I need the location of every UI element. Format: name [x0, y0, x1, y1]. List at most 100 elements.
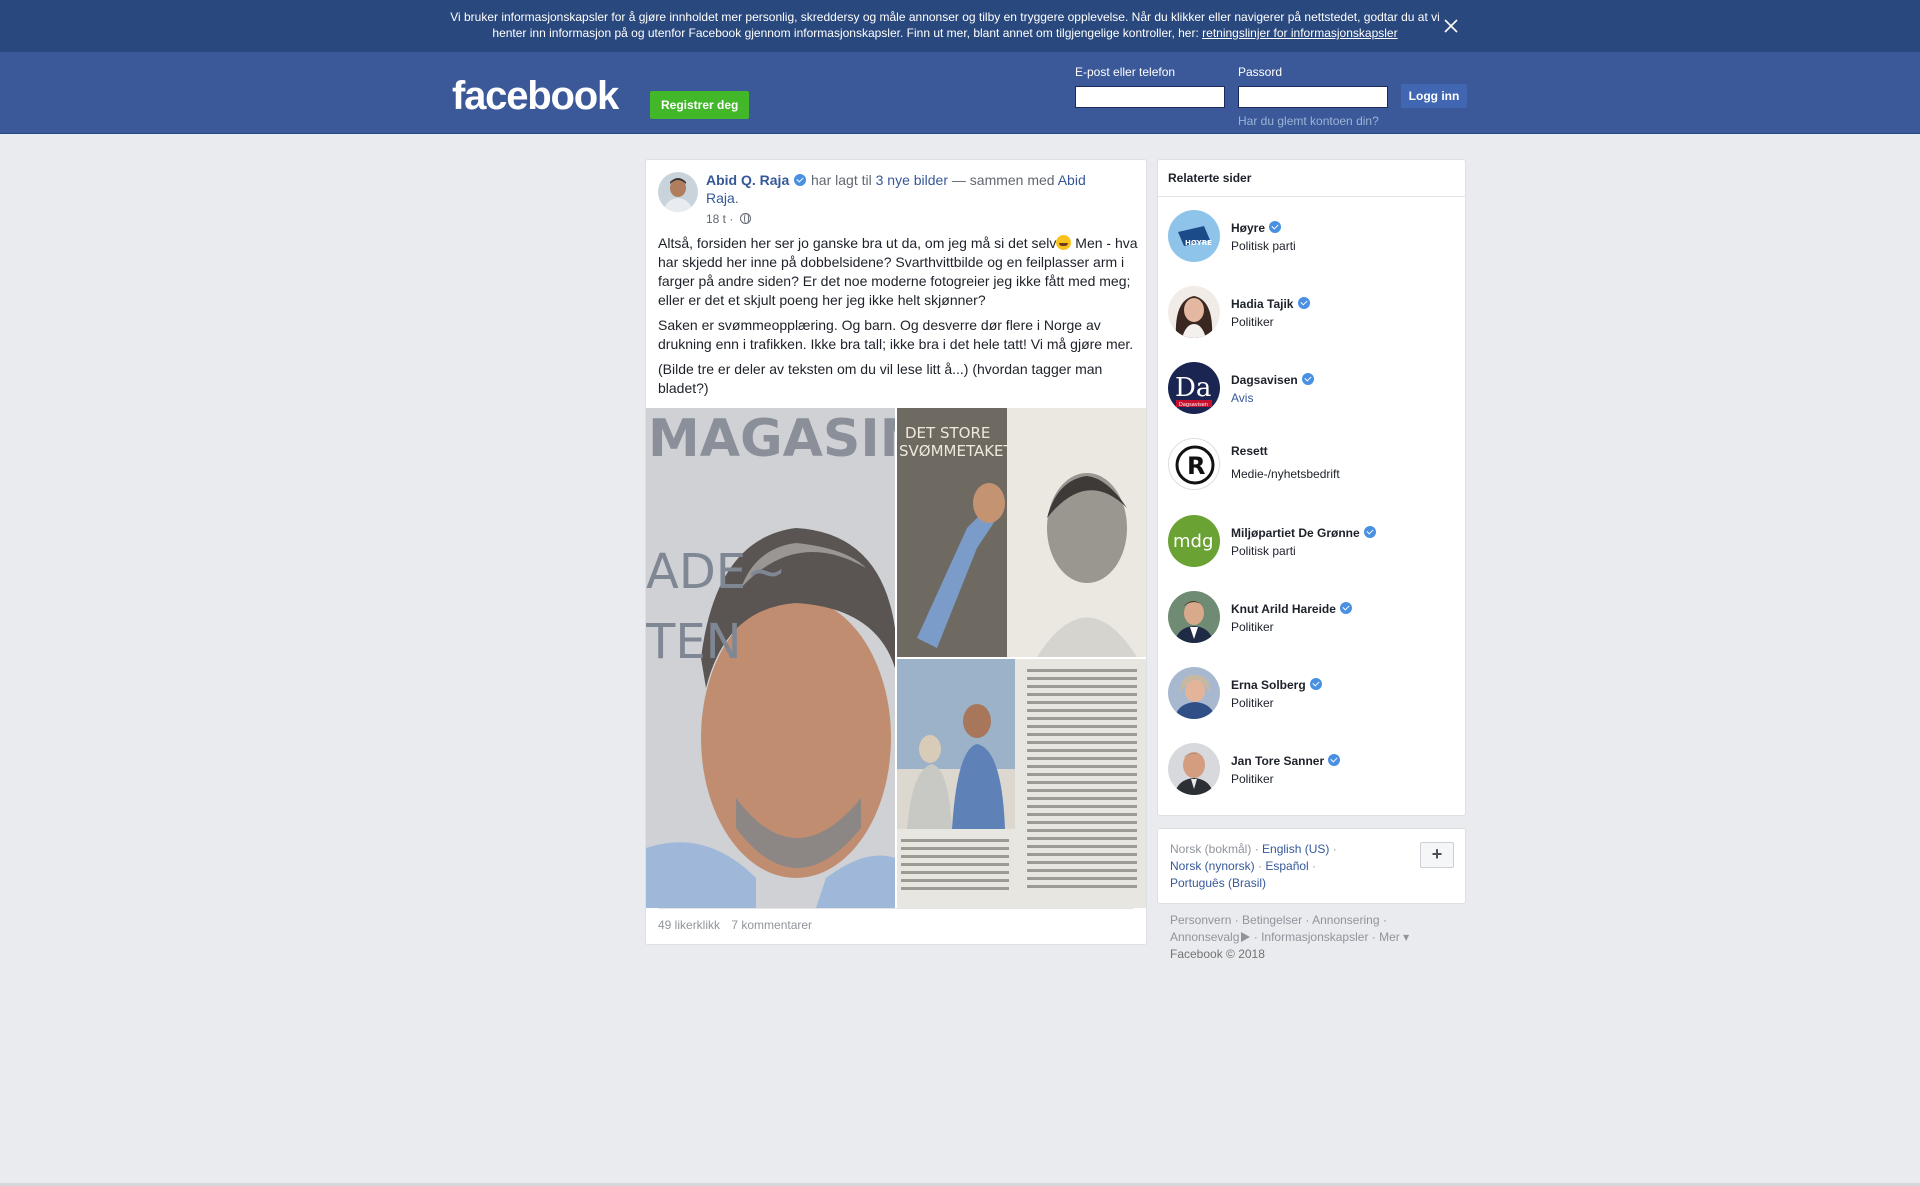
forgot-account-link[interactable]: Har du glemt kontoen din? — [1238, 114, 1379, 128]
password-field[interactable] — [1238, 86, 1388, 108]
verified-badge-icon — [1297, 297, 1310, 309]
verified-badge-icon — [1364, 526, 1377, 538]
email-field[interactable] — [1075, 86, 1225, 108]
terms-link[interactable]: Betingelser — [1242, 913, 1302, 927]
mdg-logo-text: mdg — [1173, 531, 1213, 552]
post-stats: 49 likerklikk 7 kommentarer — [658, 918, 820, 932]
hadia-tajik-avatar[interactable] — [1168, 286, 1220, 338]
cookie-text: Vi bruker informasjonskapsler for å gjør… — [450, 9, 1440, 41]
related-name-text[interactable]: Jan Tore Sanner — [1231, 754, 1324, 768]
related-page-hoyre[interactable]: HØYRE Høyre Politisk parti — [1168, 210, 1458, 264]
related-page-resett[interactable]: R Resett Medie-/nyhetsbedrift — [1168, 438, 1458, 492]
post-meta: 18 t · — [706, 211, 751, 227]
password-label: Passord — [1238, 65, 1283, 79]
language-spanish-link[interactable]: Español — [1265, 859, 1308, 873]
related-name[interactable]: Miljøpartiet De Grønne — [1231, 526, 1377, 540]
more-link[interactable]: Mer ▾ — [1379, 930, 1409, 944]
dagsavisen-logo-text: Da — [1175, 373, 1211, 403]
related-page-hadia-tajik[interactable]: Hadia Tajik Politiker — [1168, 286, 1458, 340]
related-category: Medie-/nyhetsbedrift — [1231, 467, 1340, 481]
register-button[interactable]: Registrer deg — [650, 91, 750, 119]
author-name-link[interactable]: Abid Q. Raja — [706, 172, 789, 188]
related-name-text[interactable]: Høyre — [1231, 221, 1265, 235]
paragraph-2: Saken er svømmeopplæring. Og barn. Og de… — [658, 317, 1134, 352]
related-pages-title: Relaterte sider — [1168, 171, 1252, 185]
photo-1[interactable]: MAGASIN ADE~ TEN — [646, 408, 895, 908]
more-text[interactable]: Mer — [1379, 930, 1400, 944]
language-selector: Norsk (bokmål) · English (US) · Norsk (n… — [1157, 828, 1466, 904]
globe-icon — [739, 213, 751, 224]
related-name[interactable]: Erna Solberg — [1231, 678, 1323, 692]
cookies-link[interactable]: Informasjonskapsler — [1261, 930, 1368, 944]
comments-count[interactable]: 7 kommentarer — [731, 918, 812, 932]
related-page-knut-arild-hareide[interactable]: Knut Arild Hareide Politiker — [1168, 591, 1458, 645]
related-category: Politiker — [1231, 696, 1274, 710]
author-avatar[interactable] — [658, 172, 698, 212]
related-category: Politisk parti — [1231, 544, 1296, 558]
paragraph-3: (Bilde tre er deler av teksten om du vil… — [658, 361, 1103, 396]
facebook-logo[interactable]: facebook — [452, 76, 619, 116]
cookie-policy-link[interactable]: retningslinjer for informasjonskapsler — [1202, 26, 1397, 40]
verified-badge-icon — [1310, 678, 1323, 690]
copyright: Facebook © 2018 — [1170, 947, 1265, 961]
erna-solberg-avatar[interactable] — [1168, 667, 1220, 719]
magazine-side-text: ADE~ — [646, 544, 786, 600]
related-page-jan-tore-sanner[interactable]: Jan Tore Sanner Politiker — [1168, 743, 1458, 797]
related-name-text[interactable]: Dagsavisen — [1231, 373, 1298, 387]
related-name-text[interactable]: Erna Solberg — [1231, 678, 1306, 692]
sanner-avatar[interactable] — [1168, 743, 1220, 795]
language-nynorsk-link[interactable]: Norsk (nynorsk) — [1170, 859, 1255, 873]
ad-choices-icon — [1241, 932, 1251, 942]
dagsavisen-avatar[interactable]: Da Dagsavisen — [1168, 362, 1220, 414]
timestamp-link[interactable]: 18 t — [706, 212, 726, 226]
magazine-title: MAGASIN — [648, 409, 895, 469]
related-name-text[interactable]: Hadia Tajik — [1231, 297, 1293, 311]
cookie-banner: Vi bruker informasjonskapsler for å gjør… — [0, 0, 1920, 52]
footer: Personvern · Betingelser · Annonsering ·… — [1170, 913, 1410, 961]
likes-count[interactable]: 49 likerklikk — [658, 918, 720, 932]
hareide-avatar[interactable] — [1168, 591, 1220, 643]
language-english-link[interactable]: English (US) — [1262, 842, 1329, 856]
post-divider — [658, 908, 1134, 909]
related-name[interactable]: Dagsavisen — [1231, 373, 1315, 387]
related-page-mdg[interactable]: mdg Miljøpartiet De Grønne Politisk part… — [1168, 515, 1458, 569]
ad-choices-link[interactable]: Annonsevalg — [1170, 930, 1239, 944]
magazine-side-text-2: TEN — [646, 614, 742, 670]
photos-link[interactable]: 3 nye bilder — [876, 172, 948, 188]
related-name-text[interactable]: Knut Arild Hareide — [1231, 602, 1336, 616]
post-header: Abid Q. Raja har lagt til 3 nye bilder —… — [706, 171, 1106, 207]
photo-2[interactable]: DET STORE SVØMMETAKET — [897, 408, 1146, 657]
privacy-link[interactable]: Personvern — [1170, 913, 1231, 927]
dagsavisen-logo-small: Dagsavisen — [1179, 402, 1208, 408]
ads-link[interactable]: Annonsering — [1312, 913, 1379, 927]
related-name[interactable]: Høyre — [1231, 221, 1282, 235]
related-name-text[interactable]: Resett — [1231, 444, 1268, 458]
login-button[interactable]: Logg inn — [1401, 84, 1467, 108]
related-name[interactable]: Jan Tore Sanner — [1231, 754, 1341, 768]
hoyre-avatar[interactable]: HØYRE — [1168, 210, 1220, 262]
resett-avatar[interactable]: R — [1168, 438, 1220, 490]
related-category-link[interactable]: Avis — [1231, 391, 1253, 405]
mdg-avatar[interactable]: mdg — [1168, 515, 1220, 567]
more-languages-button[interactable]: + — [1420, 842, 1454, 868]
related-name-text[interactable]: Miljøpartiet De Grønne — [1231, 526, 1360, 540]
verified-badge-icon — [1269, 221, 1282, 233]
related-name[interactable]: Knut Arild Hareide — [1231, 602, 1353, 616]
related-page-erna-solberg[interactable]: Erna Solberg Politiker — [1168, 667, 1458, 721]
close-icon[interactable] — [1440, 15, 1462, 37]
language-list: Norsk (bokmål) · English (US) · Norsk (n… — [1170, 842, 1337, 890]
related-page-dagsavisen[interactable]: Da Dagsavisen Dagsavisen Avis — [1168, 362, 1458, 416]
language-portuguese-link[interactable]: Português (Brasil) — [1170, 876, 1266, 890]
related-name[interactable]: Hadia Tajik — [1231, 297, 1311, 311]
related-name[interactable]: Resett — [1231, 444, 1268, 458]
resett-logo-text: R — [1187, 452, 1205, 480]
post-card: Abid Q. Raja har lagt til 3 nye bilder —… — [645, 159, 1147, 945]
current-language: Norsk (bokmål) — [1170, 842, 1252, 856]
email-label: E-post eller telefon — [1075, 65, 1176, 79]
with-text: — sammen med — [948, 172, 1058, 188]
photo-3[interactable] — [897, 659, 1146, 908]
photo-grid: MAGASIN ADE~ TEN DET STORE SVØMMETAKET — [646, 408, 1146, 908]
verified-badge-icon — [1340, 602, 1353, 614]
hoyre-logo-text: HØYRE — [1185, 239, 1212, 247]
related-pages-panel: Relaterte sider HØYRE Høyre Politisk par… — [1157, 159, 1466, 816]
